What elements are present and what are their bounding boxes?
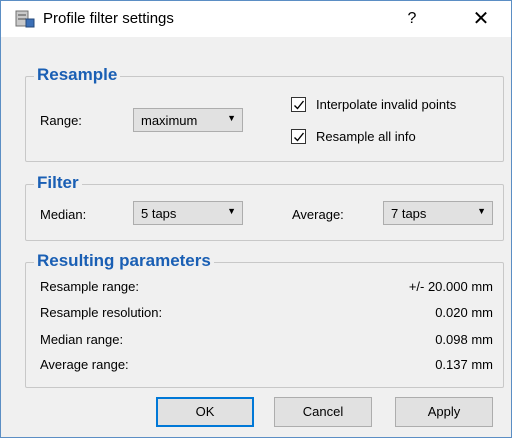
resample-resolution-value: 0.020 mm [435, 305, 493, 320]
window-title: Profile filter settings [43, 10, 174, 27]
average-dropdown-value: 7 taps [391, 206, 427, 221]
chevron-down-icon: ▼ [227, 206, 236, 216]
resample-all-checkbox[interactable] [291, 129, 306, 144]
apply-button[interactable]: Apply [395, 397, 493, 427]
dialog-window: Profile filter settings ? ✕ Resample Ran… [0, 0, 512, 438]
average-label: Average: [292, 207, 344, 222]
median-range-value: 0.098 mm [435, 332, 493, 347]
chevron-down-icon: ▼ [477, 206, 486, 216]
help-button[interactable]: ? [397, 1, 427, 37]
resample-group-title: Resample [34, 65, 121, 85]
filter-group-title: Filter [34, 173, 82, 193]
range-label: Range: [40, 113, 82, 128]
title-bar[interactable]: Profile filter settings ? ✕ [1, 1, 511, 37]
interpolate-label[interactable]: Interpolate invalid points [316, 97, 456, 112]
resample-range-label: Resample range: [40, 279, 139, 294]
close-button[interactable]: ✕ [463, 1, 499, 37]
median-range-label: Median range: [40, 332, 124, 347]
interpolate-checkbox[interactable] [291, 97, 306, 112]
resample-all-label[interactable]: Resample all info [316, 129, 416, 144]
filter-group: Filter Median: 5 taps ▼ Average: 7 taps … [25, 173, 504, 241]
resample-range-value: +/- 20.000 mm [408, 279, 493, 294]
median-label: Median: [40, 207, 87, 222]
average-dropdown[interactable]: 7 taps ▼ [383, 201, 493, 225]
median-dropdown[interactable]: 5 taps ▼ [133, 201, 243, 225]
ok-button[interactable]: OK [156, 397, 254, 427]
checkmark-icon [294, 132, 305, 142]
average-range-label: Average range: [40, 357, 129, 372]
results-group: Resulting parameters Resample range: +/-… [25, 251, 504, 388]
range-dropdown-value: maximum [141, 113, 198, 128]
resample-resolution-label: Resample resolution: [40, 305, 163, 320]
average-range-value: 0.137 mm [435, 357, 493, 372]
chevron-down-icon: ▼ [227, 113, 236, 123]
resample-group: Resample Range: maximum ▼ Interpolate in… [25, 65, 504, 162]
median-dropdown-value: 5 taps [141, 206, 177, 221]
cancel-button[interactable]: Cancel [274, 397, 372, 427]
results-group-title: Resulting parameters [34, 251, 214, 271]
app-settings-icon [15, 10, 35, 28]
checkmark-icon [294, 100, 305, 110]
range-dropdown[interactable]: maximum ▼ [133, 108, 243, 132]
